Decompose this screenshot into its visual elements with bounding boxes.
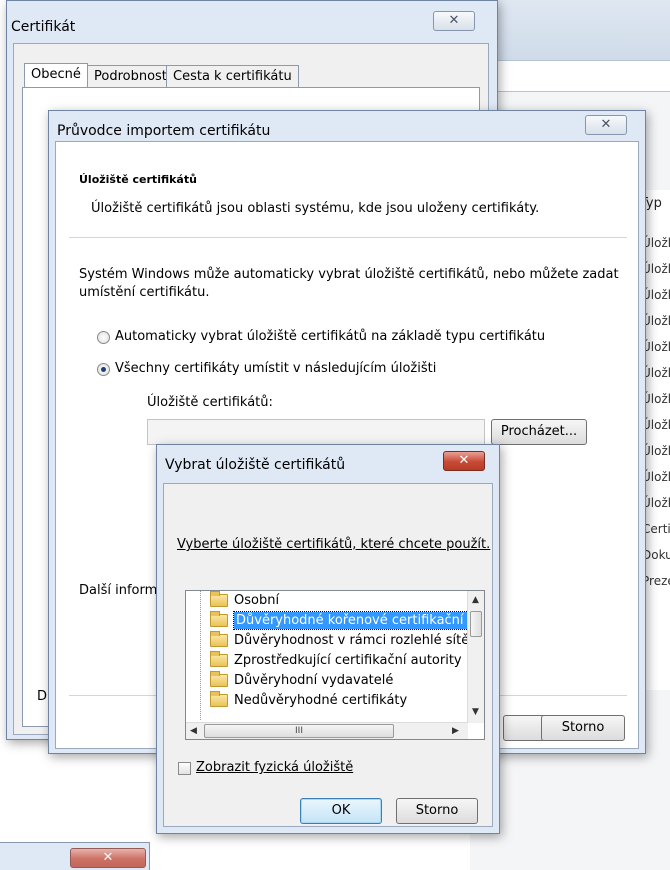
tab-certification-path[interactable]: Cesta k certifikátu xyxy=(166,65,299,87)
wizard-close-button[interactable]: ✕ xyxy=(585,115,627,135)
radio-manual-store-label[interactable]: Všechny certifikáty umístit v následujíc… xyxy=(115,361,436,376)
close-icon: ✕ xyxy=(102,850,114,865)
tree-item-enterprise-trust[interactable]: Důvěryhodnost v rámci rozlehlé sítě xyxy=(206,631,469,651)
show-physical-stores-checkbox[interactable] xyxy=(178,762,191,775)
tree-item-label: Důvěryhodnost v rámci rozlehlé sítě xyxy=(234,633,470,648)
vertical-scroll-thumb[interactable] xyxy=(470,611,482,637)
close-icon: ✕ xyxy=(448,13,460,28)
scroll-up-icon[interactable]: ▲ xyxy=(472,595,479,605)
header-divider xyxy=(69,237,627,238)
list-item[interactable]: Úložk xyxy=(642,288,670,302)
folder-icon xyxy=(210,611,228,627)
list-item[interactable]: Úložk xyxy=(642,366,670,380)
radio-auto-select-label[interactable]: Automaticky vybrat úložiště certifikátů … xyxy=(115,329,545,344)
select-store-cancel-button[interactable]: Storno xyxy=(396,798,478,824)
folder-icon xyxy=(210,671,228,687)
list-item[interactable]: Úložk xyxy=(642,262,670,276)
tree-item-label: Důvěryhodní vydavatelé xyxy=(234,673,394,688)
list-item[interactable]: Preze xyxy=(642,574,670,588)
tree-item-label: Osobní xyxy=(234,593,280,608)
store-field-label: Úložiště certifikátů: xyxy=(147,395,273,410)
close-icon: ✕ xyxy=(600,117,612,132)
background-address-bar xyxy=(488,60,670,92)
section-description: Úložiště certifikátů jsou oblasti systém… xyxy=(91,201,540,216)
list-item[interactable]: Doku xyxy=(642,548,670,562)
fragment-close-button[interactable]: ✕ xyxy=(70,848,146,868)
tree-item-personal[interactable]: Osobní xyxy=(206,591,279,611)
intro-text-line2: umístění certifikátu. xyxy=(79,285,210,300)
wizard-cancel-button[interactable]: Storno xyxy=(541,715,625,741)
store-tree[interactable]: Osobní Důvěryhodné kořenové certifikační… xyxy=(185,590,485,740)
list-item[interactable]: Úložk xyxy=(642,444,670,458)
show-physical-stores-label[interactable]: Zobrazit fyzická úložiště xyxy=(196,760,353,775)
select-store-close-button[interactable]: ✕ xyxy=(443,451,485,471)
folder-icon xyxy=(210,691,228,707)
list-item[interactable]: Úložk xyxy=(642,392,670,406)
list-item[interactable]: Úložk xyxy=(642,418,670,432)
scroll-thumb-grip: III xyxy=(295,726,303,736)
close-icon: ✕ xyxy=(458,453,470,468)
folder-icon xyxy=(210,631,228,647)
select-store-title: Vybrat úložiště certifikátů xyxy=(165,457,346,473)
store-field[interactable] xyxy=(147,419,485,445)
radio-manual-store[interactable] xyxy=(97,363,110,376)
tree-item-intermediate-ca[interactable]: Zprostředkující certifikační autority xyxy=(206,651,462,671)
tree-item-label: Nedůvěryhodné certifikáty xyxy=(234,693,408,708)
certificate-window-title: Certifikát xyxy=(11,19,76,35)
wizard-title: Průvodce importem certifikátu xyxy=(57,123,271,139)
browse-button[interactable]: Procházet... xyxy=(491,419,587,445)
tree-item-untrusted[interactable]: Nedůvěryhodné certifikáty xyxy=(206,691,407,711)
tree-item-label: Zprostředkující certifikační autority xyxy=(234,653,462,668)
tab-general[interactable]: Obecné xyxy=(24,63,88,87)
intro-text-line1: Systém Windows může automaticky vybrat ú… xyxy=(79,267,619,282)
list-item[interactable]: Certi xyxy=(642,522,670,536)
certificate-side-letter: D xyxy=(37,689,48,704)
tree-vertical-scrollbar[interactable]: ▲ ▼ xyxy=(467,591,484,723)
list-item[interactable]: Úložk xyxy=(642,340,670,354)
list-item[interactable]: Úložk xyxy=(642,470,670,484)
ok-button[interactable]: OK xyxy=(300,798,382,824)
radio-auto-select[interactable] xyxy=(97,331,110,344)
scroll-down-icon[interactable]: ▼ xyxy=(472,707,479,717)
section-title: Úložiště certifikátů xyxy=(79,173,197,186)
scroll-right-icon[interactable]: ▶ xyxy=(452,726,459,736)
select-store-prompt: Vyberte úložiště certifikátů, které chce… xyxy=(177,537,491,552)
list-item[interactable]: Úložk xyxy=(642,496,670,510)
folder-icon xyxy=(210,651,228,667)
tree-item-trusted-root[interactable]: Důvěryhodné kořenové certifikační autor xyxy=(206,611,484,631)
tree-item-label: Důvěryhodné kořenové certifikační autor xyxy=(232,611,484,630)
tab-details[interactable]: Podrobnosti xyxy=(87,65,178,87)
folder-icon xyxy=(210,591,228,607)
background-toolbar xyxy=(470,0,670,60)
tree-item-trusted-publishers[interactable]: Důvěryhodní vydavatelé xyxy=(206,671,393,691)
certificate-close-button[interactable]: ✕ xyxy=(433,11,475,31)
horizontal-scroll-thumb[interactable]: III xyxy=(204,724,394,738)
list-item[interactable]: Úložk xyxy=(642,314,670,328)
scroll-left-icon[interactable]: ◀ xyxy=(190,726,197,736)
tree-horizontal-scrollbar[interactable]: ◀ III ▶ xyxy=(186,722,468,739)
list-item[interactable]: Úložk xyxy=(642,236,670,250)
